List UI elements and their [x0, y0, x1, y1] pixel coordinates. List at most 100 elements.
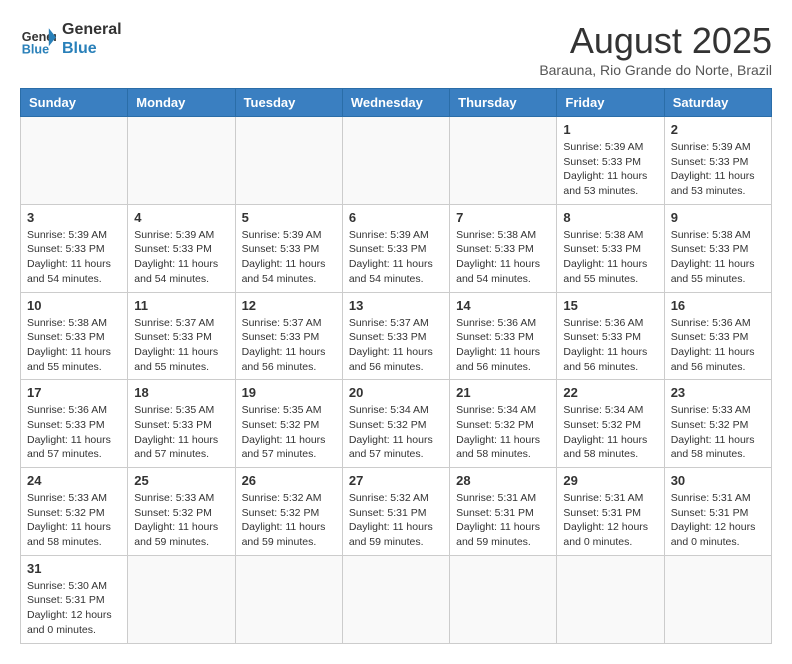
- day-number: 23: [671, 385, 765, 400]
- day-info: Sunrise: 5:31 AM Sunset: 5:31 PM Dayligh…: [456, 491, 550, 550]
- calendar-cell: 10 Sunrise: 5:38 AM Sunset: 5:33 PM Dayli…: [21, 292, 128, 380]
- calendar-week-1: 3 Sunrise: 5:39 AM Sunset: 5:33 PM Daylig…: [21, 204, 772, 292]
- calendar-cell: 25 Sunrise: 5:33 AM Sunset: 5:32 PM Dayli…: [128, 468, 235, 556]
- day-info: Sunrise: 5:36 AM Sunset: 5:33 PM Dayligh…: [671, 316, 765, 375]
- day-info: Sunrise: 5:34 AM Sunset: 5:32 PM Dayligh…: [456, 403, 550, 462]
- calendar-cell: [450, 117, 557, 205]
- calendar-header-row: SundayMondayTuesdayWednesdayThursdayFrid…: [21, 89, 772, 117]
- day-info: Sunrise: 5:34 AM Sunset: 5:32 PM Dayligh…: [563, 403, 657, 462]
- calendar-week-2: 10 Sunrise: 5:38 AM Sunset: 5:33 PM Dayli…: [21, 292, 772, 380]
- day-number: 14: [456, 298, 550, 313]
- calendar-cell: [557, 555, 664, 643]
- calendar-cell: [128, 555, 235, 643]
- day-header-thursday: Thursday: [450, 89, 557, 117]
- day-number: 24: [27, 473, 121, 488]
- calendar-cell: 22Sunrise: 5:34 AM Sunset: 5:32 PM Dayli…: [557, 380, 664, 468]
- day-number: 27: [349, 473, 443, 488]
- day-info: Sunrise: 5:33 AM Sunset: 5:32 PM Dayligh…: [27, 491, 121, 550]
- day-number: 25: [134, 473, 228, 488]
- calendar-cell: [664, 555, 771, 643]
- calendar-week-4: 24 Sunrise: 5:33 AM Sunset: 5:32 PM Dayli…: [21, 468, 772, 556]
- day-number: 9: [671, 210, 765, 225]
- page-header: General Blue General Blue August 2025 Ba…: [20, 20, 772, 78]
- calendar-cell: 13 Sunrise: 5:37 AM Sunset: 5:33 PM Dayli…: [342, 292, 449, 380]
- svg-text:Blue: Blue: [22, 43, 49, 57]
- day-info: Sunrise: 5:37 AM Sunset: 5:33 PM Dayligh…: [349, 316, 443, 375]
- day-number: 26: [242, 473, 336, 488]
- location-subtitle: Barauna, Rio Grande do Norte, Brazil: [539, 62, 772, 78]
- day-number: 18: [134, 385, 228, 400]
- day-info: Sunrise: 5:35 AM Sunset: 5:32 PM Dayligh…: [242, 403, 336, 462]
- day-number: 4: [134, 210, 228, 225]
- calendar-cell: 19Sunrise: 5:35 AM Sunset: 5:32 PM Dayli…: [235, 380, 342, 468]
- calendar-cell: 7Sunrise: 5:38 AM Sunset: 5:33 PM Daylig…: [450, 204, 557, 292]
- calendar-cell: 30Sunrise: 5:31 AM Sunset: 5:31 PM Dayli…: [664, 468, 771, 556]
- calendar-cell: 6 Sunrise: 5:39 AM Sunset: 5:33 PM Daylig…: [342, 204, 449, 292]
- day-info: Sunrise: 5:31 AM Sunset: 5:31 PM Dayligh…: [563, 491, 657, 550]
- day-info: Sunrise: 5:32 AM Sunset: 5:31 PM Dayligh…: [349, 491, 443, 550]
- day-info: Sunrise: 5:39 AM Sunset: 5:33 PM Dayligh…: [27, 228, 121, 287]
- calendar-cell: 3 Sunrise: 5:39 AM Sunset: 5:33 PM Daylig…: [21, 204, 128, 292]
- day-header-saturday: Saturday: [664, 89, 771, 117]
- calendar-week-5: 31Sunrise: 5:30 AM Sunset: 5:31 PM Dayli…: [21, 555, 772, 643]
- calendar-cell: 2 Sunrise: 5:39 AM Sunset: 5:33 PM Daylig…: [664, 117, 771, 205]
- day-info: Sunrise: 5:39 AM Sunset: 5:33 PM Dayligh…: [134, 228, 228, 287]
- day-info: Sunrise: 5:37 AM Sunset: 5:33 PM Dayligh…: [242, 316, 336, 375]
- day-header-friday: Friday: [557, 89, 664, 117]
- day-number: 21: [456, 385, 550, 400]
- calendar-cell: 20Sunrise: 5:34 AM Sunset: 5:32 PM Dayli…: [342, 380, 449, 468]
- calendar-cell: [450, 555, 557, 643]
- calendar-cell: [235, 555, 342, 643]
- calendar-cell: 27 Sunrise: 5:32 AM Sunset: 5:31 PM Dayli…: [342, 468, 449, 556]
- day-number: 12: [242, 298, 336, 313]
- calendar-cell: 31Sunrise: 5:30 AM Sunset: 5:31 PM Dayli…: [21, 555, 128, 643]
- day-number: 16: [671, 298, 765, 313]
- calendar-cell: 11 Sunrise: 5:37 AM Sunset: 5:33 PM Dayli…: [128, 292, 235, 380]
- day-info: Sunrise: 5:34 AM Sunset: 5:32 PM Dayligh…: [349, 403, 443, 462]
- logo-blue-text: Blue: [62, 39, 122, 58]
- day-info: Sunrise: 5:38 AM Sunset: 5:33 PM Dayligh…: [456, 228, 550, 287]
- day-info: Sunrise: 5:38 AM Sunset: 5:33 PM Dayligh…: [671, 228, 765, 287]
- day-number: 28: [456, 473, 550, 488]
- calendar-cell: 24 Sunrise: 5:33 AM Sunset: 5:32 PM Dayli…: [21, 468, 128, 556]
- day-info: Sunrise: 5:36 AM Sunset: 5:33 PM Dayligh…: [456, 316, 550, 375]
- day-info: Sunrise: 5:33 AM Sunset: 5:32 PM Dayligh…: [134, 491, 228, 550]
- calendar-cell: [235, 117, 342, 205]
- day-number: 10: [27, 298, 121, 313]
- day-number: 3: [27, 210, 121, 225]
- day-info: Sunrise: 5:38 AM Sunset: 5:33 PM Dayligh…: [27, 316, 121, 375]
- calendar-cell: 8Sunrise: 5:38 AM Sunset: 5:33 PM Daylig…: [557, 204, 664, 292]
- logo: General Blue General Blue: [20, 20, 122, 58]
- day-number: 2: [671, 122, 765, 137]
- calendar-cell: [21, 117, 128, 205]
- day-info: Sunrise: 5:39 AM Sunset: 5:33 PM Dayligh…: [563, 140, 657, 199]
- calendar-cell: 28 Sunrise: 5:31 AM Sunset: 5:31 PM Dayli…: [450, 468, 557, 556]
- day-info: Sunrise: 5:35 AM Sunset: 5:33 PM Dayligh…: [134, 403, 228, 462]
- calendar-cell: [128, 117, 235, 205]
- day-info: Sunrise: 5:37 AM Sunset: 5:33 PM Dayligh…: [134, 316, 228, 375]
- logo-general-text: General: [62, 20, 122, 39]
- calendar-cell: 26 Sunrise: 5:32 AM Sunset: 5:32 PM Dayli…: [235, 468, 342, 556]
- day-header-sunday: Sunday: [21, 89, 128, 117]
- day-number: 17: [27, 385, 121, 400]
- day-info: Sunrise: 5:39 AM Sunset: 5:33 PM Dayligh…: [349, 228, 443, 287]
- day-number: 13: [349, 298, 443, 313]
- calendar-cell: 12 Sunrise: 5:37 AM Sunset: 5:33 PM Dayli…: [235, 292, 342, 380]
- calendar-cell: 1 Sunrise: 5:39 AM Sunset: 5:33 PM Daylig…: [557, 117, 664, 205]
- day-number: 1: [563, 122, 657, 137]
- day-info: Sunrise: 5:39 AM Sunset: 5:33 PM Dayligh…: [671, 140, 765, 199]
- day-header-tuesday: Tuesday: [235, 89, 342, 117]
- day-info: Sunrise: 5:39 AM Sunset: 5:33 PM Dayligh…: [242, 228, 336, 287]
- day-info: Sunrise: 5:32 AM Sunset: 5:32 PM Dayligh…: [242, 491, 336, 550]
- calendar-cell: 15Sunrise: 5:36 AM Sunset: 5:33 PM Dayli…: [557, 292, 664, 380]
- day-number: 29: [563, 473, 657, 488]
- calendar-cell: 5Sunrise: 5:39 AM Sunset: 5:33 PM Daylig…: [235, 204, 342, 292]
- calendar-cell: 14 Sunrise: 5:36 AM Sunset: 5:33 PM Dayli…: [450, 292, 557, 380]
- logo-icon: General Blue: [20, 21, 56, 57]
- day-header-monday: Monday: [128, 89, 235, 117]
- month-title: August 2025: [539, 20, 772, 62]
- day-number: 15: [563, 298, 657, 313]
- day-number: 6: [349, 210, 443, 225]
- calendar-cell: 4 Sunrise: 5:39 AM Sunset: 5:33 PM Daylig…: [128, 204, 235, 292]
- day-number: 11: [134, 298, 228, 313]
